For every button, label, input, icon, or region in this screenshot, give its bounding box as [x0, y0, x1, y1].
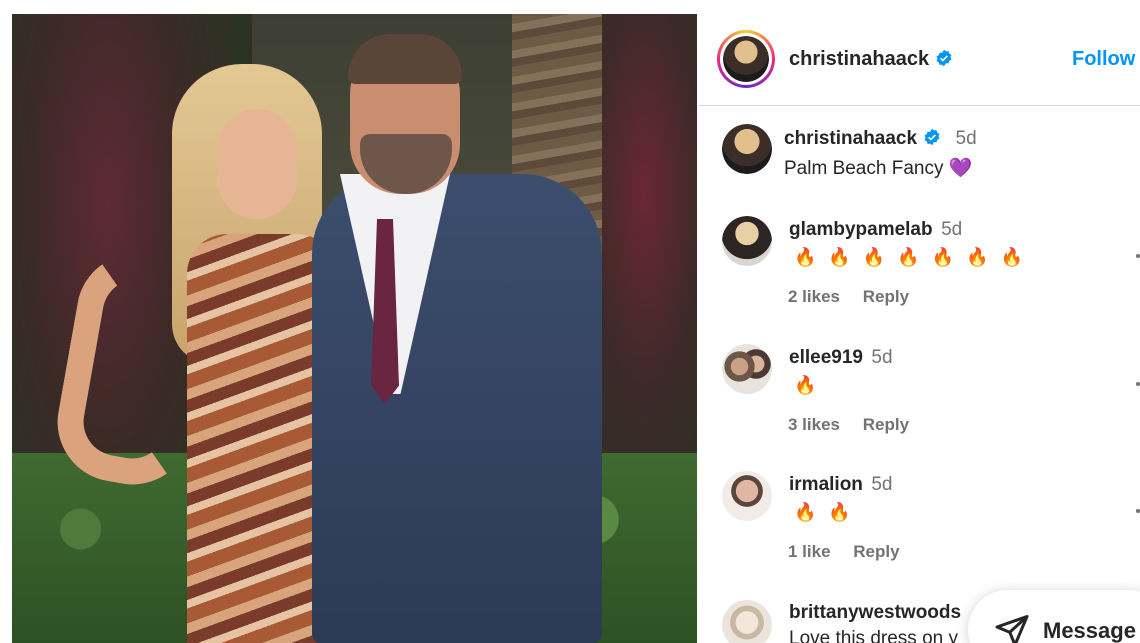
comment-time[interactable]: 5d — [941, 219, 962, 240]
fire-icon: 🔥 — [828, 247, 851, 267]
message-label: Message — [1043, 618, 1136, 643]
caption-username[interactable]: christinahaack — [784, 128, 917, 149]
verified-badge-icon — [924, 128, 940, 146]
fire-icon: 🔥 — [828, 502, 851, 522]
reply-button[interactable]: Reply — [853, 542, 899, 561]
comment-avatar[interactable] — [722, 471, 772, 521]
comment-likes[interactable]: 2 likes — [788, 287, 840, 306]
post-header: christinahaack Follow — [698, 14, 1140, 106]
author-username-row[interactable]: christinahaack — [789, 48, 953, 71]
caption-time[interactable]: 5d — [956, 128, 977, 149]
comment-username[interactable]: glambypamelab — [789, 219, 933, 240]
more-options-icon[interactable] — [1136, 382, 1140, 386]
author-avatar[interactable] — [723, 36, 769, 82]
caption-avatar[interactable] — [722, 124, 772, 174]
comment-meta: 1 like Reply — [788, 542, 918, 562]
comment-text: 🔥 — [794, 375, 828, 397]
fire-icon: 🔥 — [794, 375, 817, 395]
comment-text: 🔥 🔥 🔥 🔥 🔥 🔥 🔥 — [794, 247, 1035, 269]
fire-icon: 🔥 — [862, 247, 886, 267]
comment-avatar[interactable] — [722, 216, 772, 266]
comment-item: glambypamelab 5d 🔥 🔥 🔥 🔥 🔥 🔥 🔥 2 likes Reply — [698, 214, 1140, 324]
comment-text: Love this dress on y — [789, 628, 958, 643]
comment-likes[interactable]: 3 likes — [788, 415, 840, 434]
comment-time[interactable]: 5d — [871, 474, 892, 495]
fire-icon: 🔥 — [794, 247, 817, 267]
comment-avatar[interactable] — [722, 344, 772, 394]
post-caption: christinahaack 5d Palm Beach Fancy 💜 — [698, 122, 1140, 202]
send-icon — [995, 615, 1029, 643]
photo-woman-face — [217, 109, 297, 219]
post-photo[interactable] — [12, 14, 697, 643]
comment-username[interactable]: irmalion — [789, 474, 863, 495]
comment-text: 🔥 🔥 — [794, 502, 863, 524]
comment-header: brittanywestwoods — [789, 602, 961, 624]
comment-header: glambypamelab 5d — [789, 219, 962, 241]
fire-icon: 🔥 — [966, 247, 989, 267]
fire-icon: 🔥 — [794, 502, 817, 522]
fire-icon: 🔥 — [931, 247, 955, 267]
fire-icon: 🔥 — [897, 247, 920, 267]
caption-header: christinahaack 5d — [784, 128, 977, 150]
caption-text-row: Palm Beach Fancy 💜 — [784, 156, 972, 180]
comment-username[interactable]: brittanywestwoods — [789, 602, 961, 623]
photo-man-suit — [312, 174, 602, 643]
fire-icon: 🔥 — [1000, 247, 1023, 267]
comment-likes[interactable]: 1 like — [788, 542, 831, 561]
photo-man-hair — [348, 34, 462, 84]
author-username[interactable]: christinahaack — [789, 48, 929, 70]
more-options-icon[interactable] — [1136, 254, 1140, 258]
caption-text: Palm Beach Fancy — [784, 158, 944, 179]
comment-time[interactable]: 5d — [871, 347, 892, 368]
comment-item: irmalion 5d 🔥 🔥 1 like Reply — [698, 469, 1140, 579]
comment-meta: 2 likes Reply — [788, 287, 927, 307]
message-button[interactable]: Message — [968, 590, 1140, 643]
verified-badge-icon — [936, 49, 952, 67]
reply-button[interactable]: Reply — [863, 287, 909, 306]
comments-panel: christinahaack Follow christinahaack 5d … — [698, 14, 1140, 643]
comment-header: irmalion 5d — [789, 474, 893, 496]
comment-item: ellee919 5d 🔥 3 likes Reply — [698, 342, 1140, 452]
purple-heart-icon: 💜 — [948, 158, 973, 179]
comment-meta: 3 likes Reply — [788, 415, 927, 435]
follow-button[interactable]: Follow — [1072, 48, 1135, 71]
comment-header: ellee919 5d — [789, 347, 893, 369]
reply-button[interactable]: Reply — [863, 415, 909, 434]
comment-avatar[interactable] — [722, 600, 772, 643]
author-avatar-ring[interactable] — [717, 30, 775, 88]
more-options-icon[interactable] — [1136, 509, 1140, 513]
comment-username[interactable]: ellee919 — [789, 347, 863, 368]
